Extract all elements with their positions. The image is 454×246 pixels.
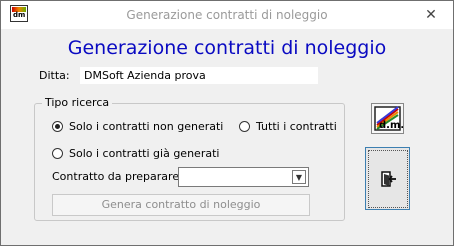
ditta-label: Ditta: — [39, 69, 70, 82]
form-heading: Generazione contratti di noleggio — [67, 37, 387, 59]
dm-logo-icon: d.m. — [374, 106, 404, 131]
radio-indicator — [239, 121, 250, 132]
exit-button[interactable] — [365, 147, 410, 210]
window-title: Generazione contratti di noleggio — [126, 8, 328, 22]
radio-gia-generati[interactable]: Solo i contratti già generati — [52, 147, 219, 160]
radio-tutti[interactable]: Tutti i contratti — [239, 120, 337, 133]
chevron-down-icon[interactable]: ▼ — [292, 170, 306, 184]
svg-text:d.m.: d.m. — [379, 120, 403, 131]
exit-focus-rect — [367, 149, 408, 208]
genera-contratto-button[interactable]: Genera contratto di noleggio — [52, 194, 310, 216]
tipo-ricerca-title: Tipo ricerca — [42, 96, 113, 109]
contratto-dropdown[interactable]: ▼ — [178, 167, 309, 187]
dm-logo-button[interactable]: d.m. — [371, 103, 404, 134]
title-bar[interactable]: dm Generazione contratti di noleggio ✕ — [1, 1, 453, 29]
radio-indicator — [52, 121, 63, 132]
close-button[interactable]: ✕ — [409, 1, 453, 29]
radio-label: Tutti i contratti — [256, 120, 337, 133]
app-window: dm Generazione contratti di noleggio ✕ G… — [0, 0, 454, 246]
exit-door-icon — [380, 170, 396, 187]
ditta-field: DMSoft Azienda prova — [80, 67, 318, 84]
radio-label: Solo i contratti già generati — [69, 147, 220, 160]
radio-label: Solo i contratti non generati — [69, 120, 224, 133]
contratto-label: Contratto da preparare : — [52, 170, 187, 183]
radio-non-generati[interactable]: Solo i contratti non generati — [52, 120, 223, 133]
close-icon: ✕ — [425, 7, 437, 23]
radio-indicator — [52, 148, 63, 159]
